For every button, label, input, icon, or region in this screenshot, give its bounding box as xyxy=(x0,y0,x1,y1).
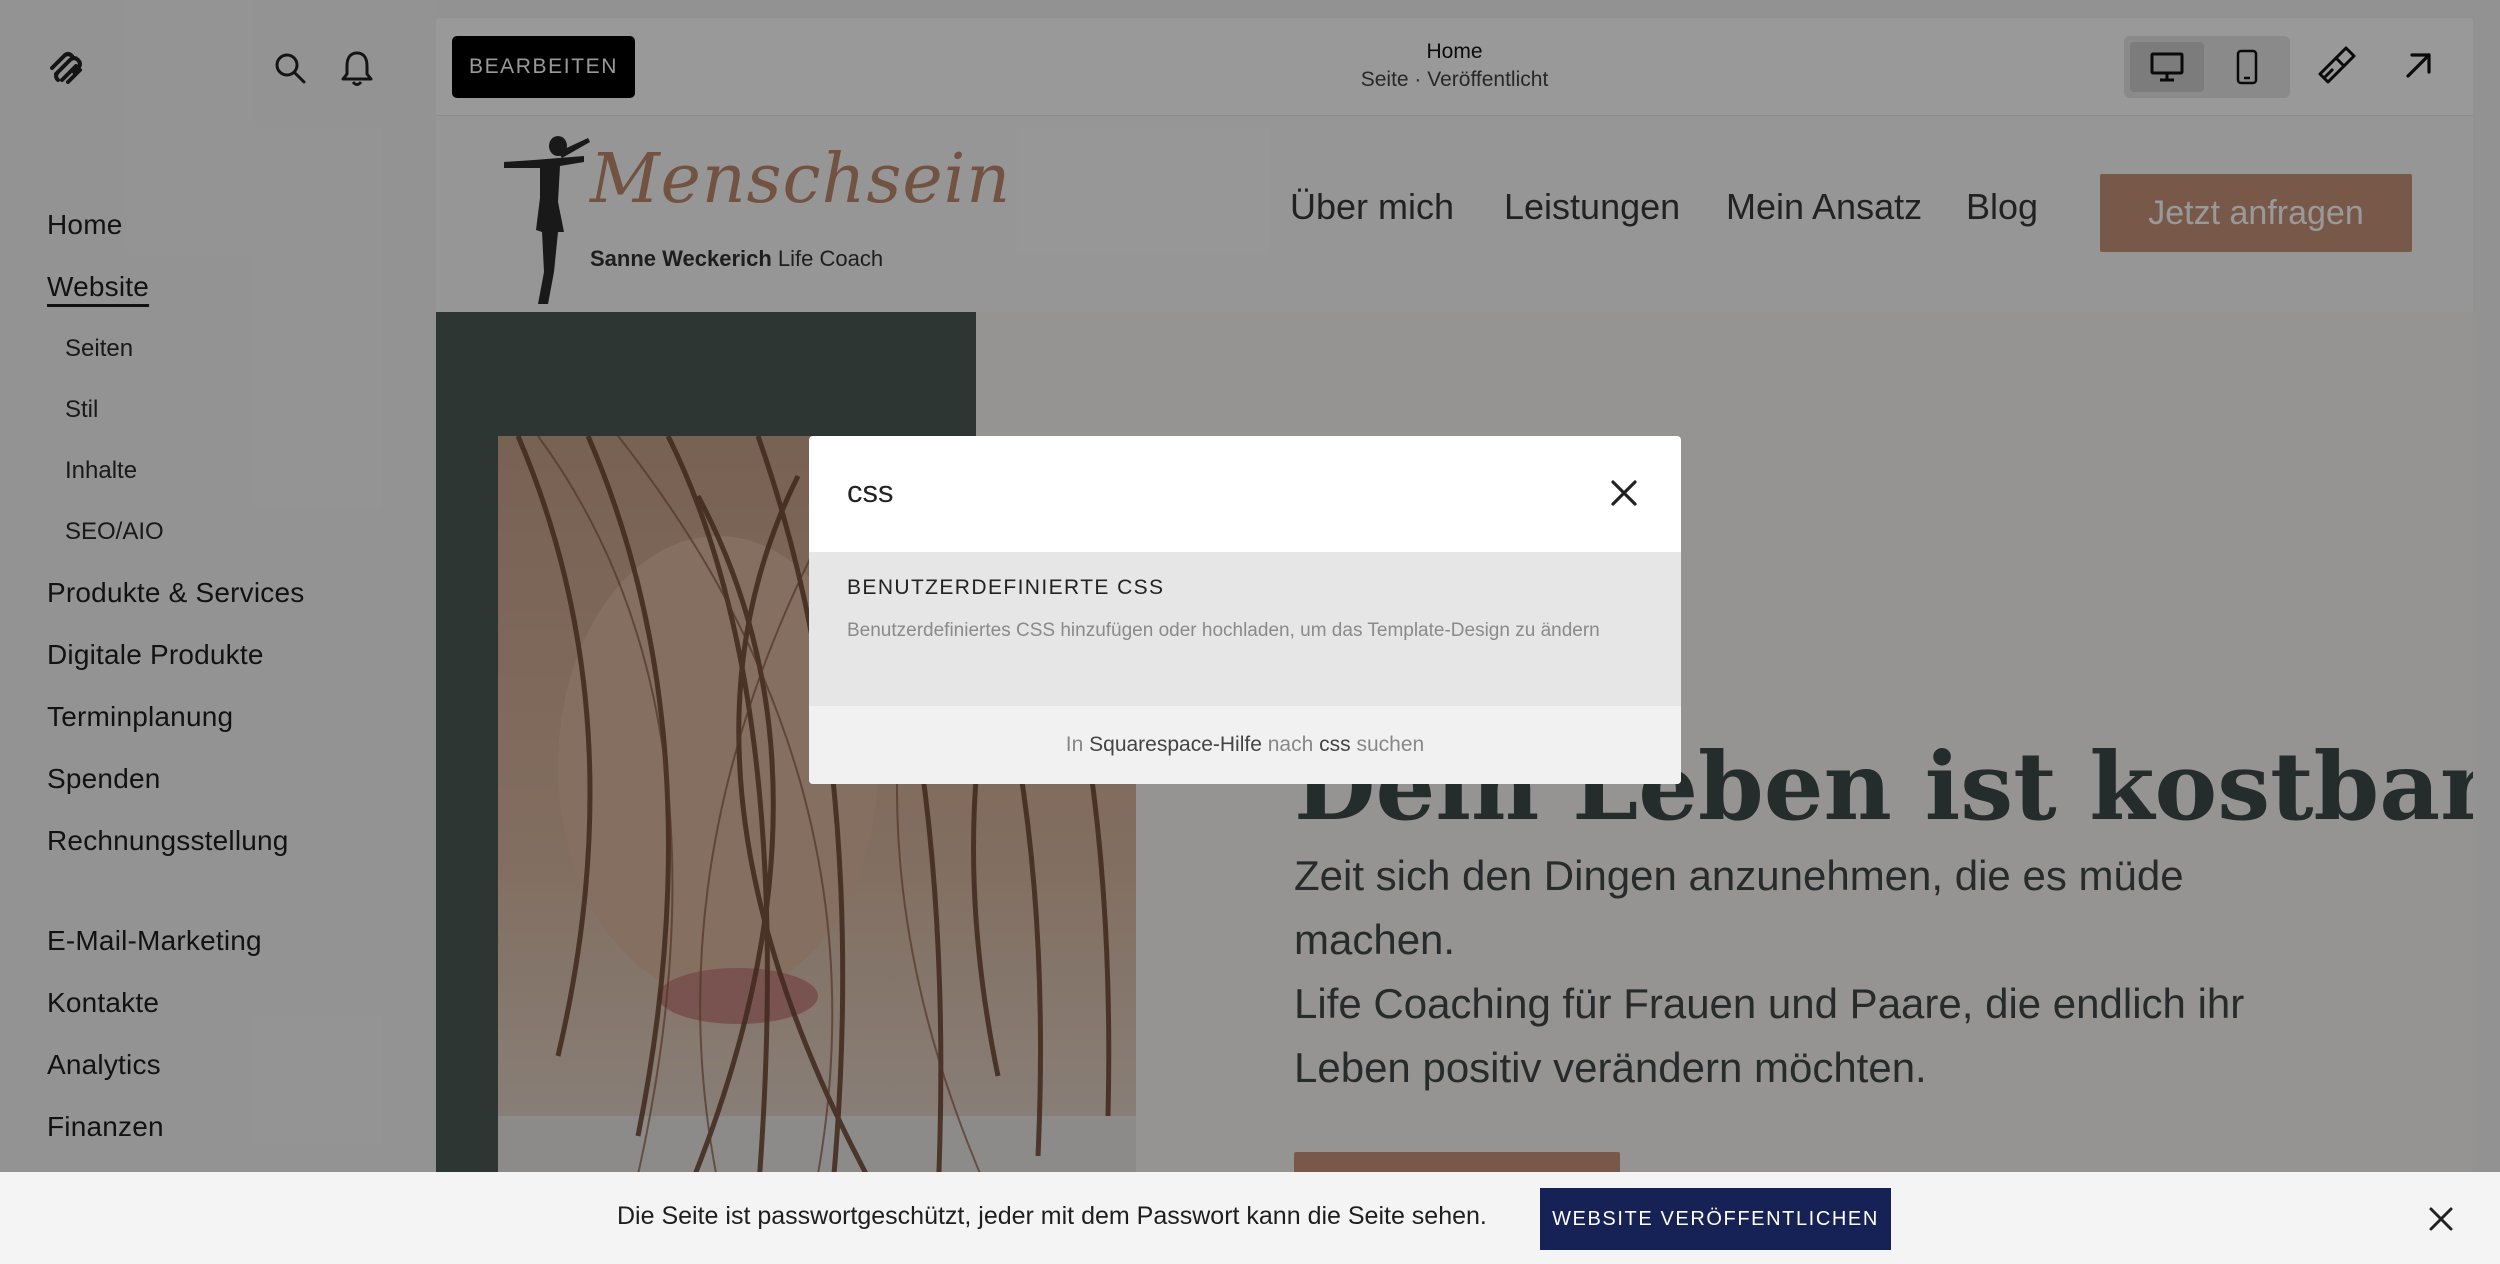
help-prefix: In xyxy=(1065,733,1084,756)
help-term: css xyxy=(1319,733,1351,756)
password-banner: Die Seite ist passwortgeschützt, jeder m… xyxy=(0,1172,2500,1264)
search-result-item[interactable]: BENUTZERDEFINIERTE CSS Benutzerdefiniert… xyxy=(809,552,1681,706)
help-source: Squarespace-Hilfe xyxy=(1089,733,1262,756)
search-modal: BENUTZERDEFINIERTE CSS Benutzerdefiniert… xyxy=(809,436,1681,784)
search-input[interactable] xyxy=(847,474,1547,510)
help-mid: nach xyxy=(1267,733,1314,756)
help-suffix: suchen xyxy=(1356,733,1425,756)
result-description: Benutzerdefiniertes CSS hinzufügen oder … xyxy=(847,620,1600,641)
help-search-link[interactable]: In Squarespace-Hilfe nach css suchen xyxy=(809,706,1681,784)
banner-text: Die Seite ist passwortgeschützt, jeder m… xyxy=(617,1202,1487,1230)
result-title: BENUTZERDEFINIERTE CSS xyxy=(847,576,1165,599)
close-icon[interactable] xyxy=(1609,478,1639,508)
publish-website-button[interactable]: WEBSITE VERÖFFENTLICHEN xyxy=(1540,1188,1891,1250)
close-icon[interactable] xyxy=(2428,1206,2454,1232)
